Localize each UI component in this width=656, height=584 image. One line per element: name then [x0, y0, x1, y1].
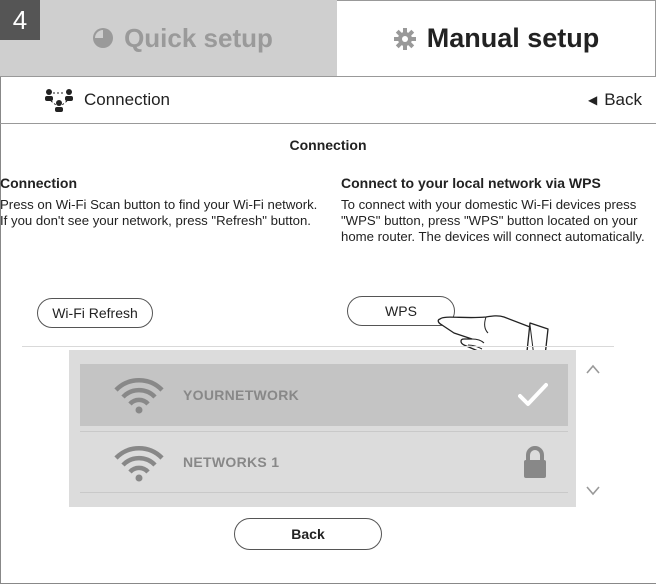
scroll-down-button[interactable] — [582, 480, 604, 502]
chevron-up-icon — [586, 364, 600, 374]
lock-icon — [524, 446, 546, 478]
breadcrumb-bar: Connection ◀ Back — [0, 76, 656, 124]
section-title: Connection — [289, 137, 367, 153]
wifi-scan-instructions: Press on Wi-Fi Scan button to find your … — [0, 197, 318, 228]
network-list-item-selected[interactable]: YOURNETWORK — [80, 364, 568, 426]
tab-manual-setup-label: Manual setup — [426, 23, 600, 53]
scroll-up-button[interactable] — [582, 358, 604, 380]
network-ssid: NETWORKS 1 — [183, 454, 280, 470]
header-back-button[interactable]: ◀ Back — [588, 90, 642, 110]
breadcrumb-label: Connection — [84, 90, 171, 109]
network-users-icon — [45, 89, 73, 112]
setup-tabs: 4 Quick setup Manual setup — [0, 0, 656, 76]
network-list[interactable]: YOURNETWORK NETWORKS 1 — [69, 350, 576, 507]
step-number-badge: 4 — [0, 0, 40, 40]
clock-icon — [92, 27, 114, 49]
tab-quick-setup-label: Quick setup — [124, 22, 273, 53]
network-list-item[interactable]: NETWORKS 1 — [80, 431, 568, 493]
gear-icon — [393, 27, 417, 51]
wps-instructions: To connect with your domestic Wi-Fi devi… — [341, 197, 645, 244]
breadcrumb: Connection — [42, 87, 170, 113]
network-ssid: YOURNETWORK — [183, 387, 300, 403]
back-button[interactable]: Back — [234, 518, 382, 550]
chevron-down-icon — [586, 486, 600, 496]
divider — [22, 346, 614, 347]
tab-manual-setup[interactable]: Manual setup — [337, 0, 656, 76]
wifi-signal-icon — [114, 378, 164, 414]
back-arrow-icon: ◀ — [587, 93, 598, 107]
wps-panel: Connect to your local network via WPS To… — [341, 175, 656, 245]
wps-heading: Connect to your local network via WPS — [341, 175, 601, 191]
wifi-refresh-button[interactable]: Wi-Fi Refresh — [37, 298, 153, 328]
wifi-scan-heading: Connection — [0, 175, 77, 191]
wifi-signal-icon — [114, 446, 164, 482]
tab-quick-setup[interactable]: 4 Quick setup — [0, 0, 337, 76]
wifi-scan-panel: Connection Press on Wi-Fi Scan button to… — [0, 175, 320, 229]
check-icon — [518, 383, 548, 406]
header-back-label: Back — [604, 90, 642, 109]
